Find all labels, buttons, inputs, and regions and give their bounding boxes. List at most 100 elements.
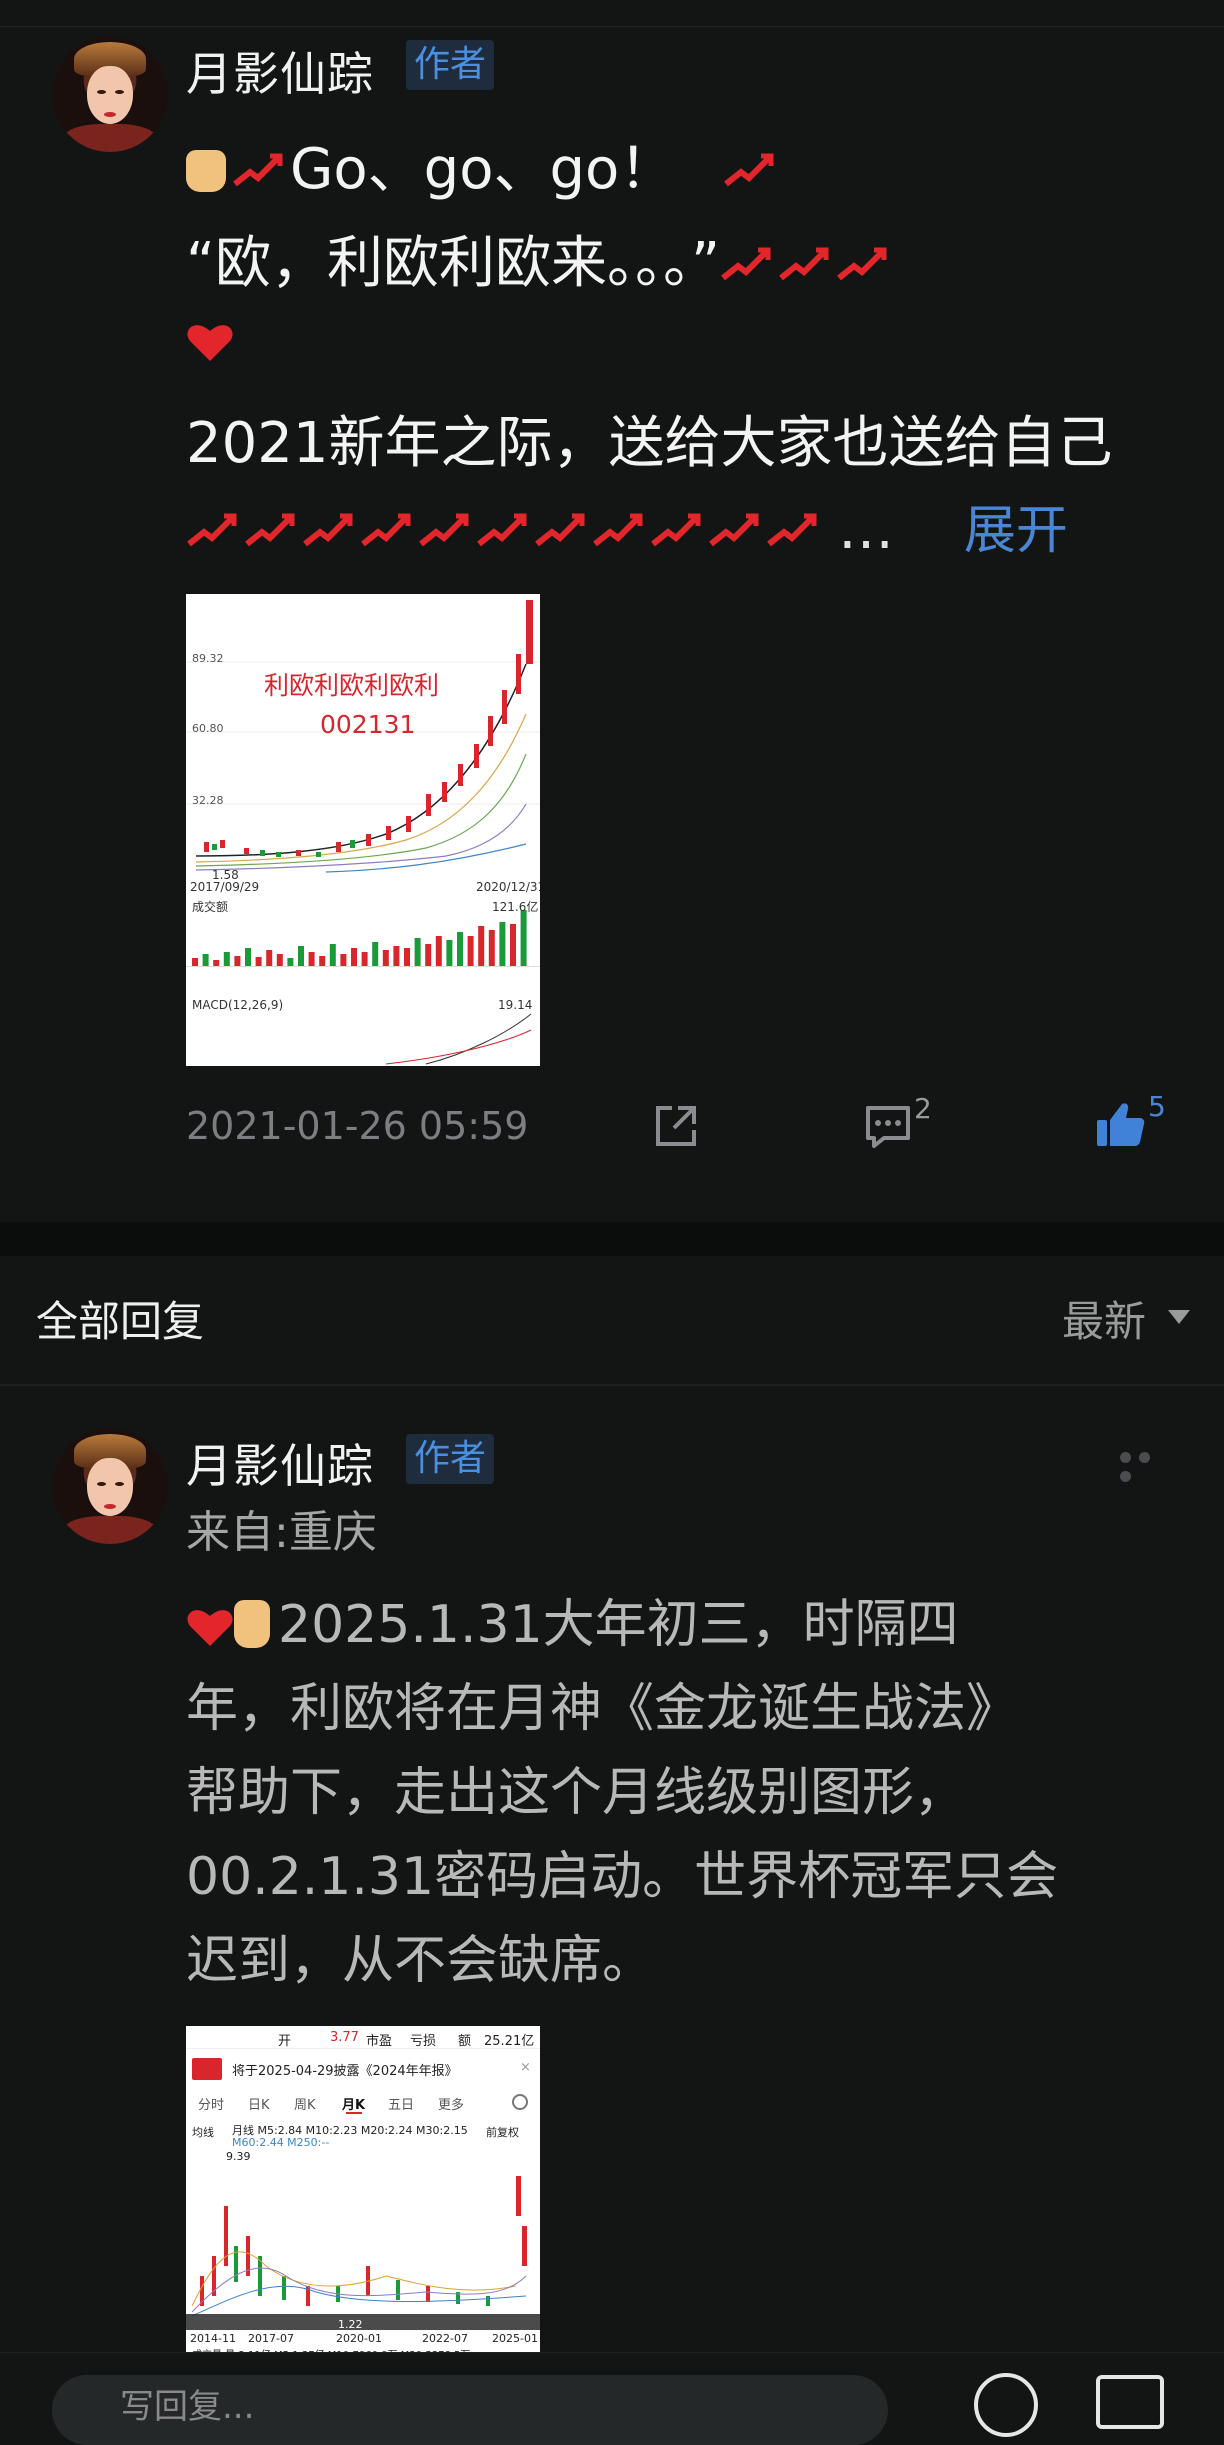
chart-increasing-icon	[779, 247, 829, 281]
reply-username[interactable]: 月影仙踪	[186, 1430, 374, 1496]
chart-increasing-icon	[361, 513, 411, 547]
like-count: 5	[1148, 1090, 1166, 1123]
section-separator	[0, 1222, 1224, 1256]
volume-bar	[520, 910, 527, 966]
more-options-icon[interactable]	[1120, 1448, 1176, 1482]
amount-value: 25.21亿	[484, 2034, 535, 2049]
y-axis-label: 89.32	[192, 652, 224, 665]
volume-value: 121.6亿	[492, 900, 539, 914]
volume-bar	[287, 958, 294, 966]
open-label: 开	[278, 2034, 292, 2049]
chart-increasing-icon	[709, 513, 759, 547]
replies-header: 全部回复 最新	[0, 1256, 1224, 1386]
chart-increasing-icon	[245, 513, 295, 547]
chart-increasing-icon	[837, 247, 887, 281]
adjust-mode[interactable]: 前复权	[486, 2124, 519, 2140]
post-text-line-3	[186, 306, 234, 371]
image-icon[interactable]	[1096, 2375, 1164, 2429]
divider	[0, 1384, 1224, 1386]
reply-text-line-1: 2025.1.31大年初三，时隔四	[186, 1582, 959, 1657]
y-axis-label: 60.80	[192, 722, 224, 735]
volume-bar	[213, 960, 220, 966]
volume-bar	[404, 948, 410, 966]
comment-count: 2	[914, 1092, 932, 1125]
date-start: 2017/09/29	[190, 880, 260, 894]
all-replies-tab[interactable]: 全部回复	[36, 1288, 204, 1349]
volume-bar	[457, 932, 463, 966]
tab-weekly-k[interactable]: 周K	[294, 2094, 316, 2113]
volume-bar	[382, 950, 389, 966]
post-image-stock-chart[interactable]: 89.32 60.80 32.28 利欧利欧利欧利 002131 1.58 20…	[186, 594, 540, 1066]
reply-location: 来自:重庆	[186, 1507, 377, 1558]
volume-label: 成交额	[192, 900, 229, 914]
reply-text-line-2: 年，利欧将在月神《金龙诞生战法》	[186, 1679, 1019, 1739]
reply-line-1-text: 2025.1.31大年初三，时隔四	[278, 1595, 959, 1655]
volume-bar	[351, 948, 357, 966]
tab-five-day[interactable]: 五日	[388, 2094, 414, 2113]
post-text-line-2: “欧，利欧利欧来。。。”	[186, 218, 894, 299]
volume-bar	[499, 922, 506, 966]
post-text-line-5: … 展开	[186, 488, 1068, 563]
open-value: 3.77	[330, 2030, 359, 2045]
volume-bar	[425, 944, 432, 966]
avatar[interactable]	[52, 36, 168, 152]
date-label: 2020-01	[336, 2332, 382, 2345]
tab-intraday[interactable]: 分时	[198, 2094, 224, 2113]
tab-daily-k[interactable]: 日K	[248, 2094, 270, 2113]
close-icon[interactable]: ×	[520, 2060, 531, 2075]
chart-increasing-icon	[651, 513, 701, 547]
volume-bar	[276, 954, 283, 966]
red-heart-icon	[187, 325, 233, 361]
volume-bar	[414, 938, 421, 966]
tab-more[interactable]: 更多	[438, 2094, 464, 2113]
chart-increasing-icon	[721, 247, 771, 281]
chart-increasing-icon	[187, 513, 237, 547]
reply-image-stock-app[interactable]: 开 3.77 市盈 亏损 额 25.21亿 将于2025-04-29披露《202…	[186, 2026, 540, 2356]
monthly-k-chart-graphic	[186, 2176, 540, 2330]
ma-selector[interactable]: 均线	[192, 2124, 214, 2140]
ma-values-2: M60:2.44 M250:--	[232, 2136, 330, 2149]
post-line-2-text: “欧，利欧利欧来。。。”	[186, 231, 721, 296]
volume-bar	[446, 940, 453, 966]
share-icon[interactable]	[650, 1100, 702, 1152]
comment-icon[interactable]	[862, 1100, 914, 1152]
volume-bar	[223, 952, 230, 966]
volume-bar	[393, 946, 400, 966]
volume-bar	[340, 954, 347, 966]
post-text-line-4: 2021新年之际，送给大家也送给自己	[186, 411, 1113, 476]
chart-increasing-icon	[233, 153, 283, 187]
reply-input-placeholder: 写回复...	[120, 2387, 255, 2427]
trend-icon-row	[186, 497, 824, 562]
chart-increasing-icon	[593, 513, 643, 547]
reply-text-line-4: 00.2.1.31密码启动。世界杯冠军只会	[186, 1847, 1059, 1907]
thumbs-up-icon[interactable]	[1094, 1098, 1146, 1150]
chart-increasing-icon	[724, 153, 774, 187]
expand-link[interactable]: 展开	[964, 501, 1068, 561]
post-username[interactable]: 月影仙踪	[186, 38, 374, 104]
date-label: 2014-11	[190, 2332, 236, 2345]
emoji-icon[interactable]	[974, 2373, 1038, 2437]
reply-text-line-3: 帮助下，走出这个月线级别图形，	[186, 1763, 967, 1823]
post-timestamp: 2021-01-26 05:59	[186, 1104, 529, 1148]
volume-bar	[255, 957, 262, 966]
settings-icon[interactable]	[512, 2094, 528, 2110]
date-end: 2020/12/31	[476, 880, 540, 894]
volume-bar	[245, 948, 251, 966]
divider	[0, 26, 1224, 27]
post-text-line-1: Go、go、go！	[186, 124, 781, 205]
reply-avatar[interactable]	[52, 1428, 168, 1544]
reply-input-bar: 写回复...	[0, 2352, 1224, 2445]
chart-increasing-icon	[477, 513, 527, 547]
chevron-down-icon[interactable]	[1168, 1310, 1190, 1324]
fist-emoji-icon	[186, 150, 226, 192]
chart-increasing-icon	[535, 513, 585, 547]
volume-bar	[202, 954, 209, 966]
low-value: 1.22	[338, 2318, 363, 2331]
ellipsis: …	[838, 497, 894, 562]
post-line-1-text: Go、go、go！	[290, 137, 676, 202]
chart-increasing-icon	[767, 513, 817, 547]
sort-latest-dropdown[interactable]: 最新	[1062, 1288, 1146, 1349]
victory-hand-icon	[234, 1600, 270, 1648]
tab-monthly-k[interactable]: 月K	[342, 2094, 365, 2113]
chart-increasing-icon	[419, 513, 469, 547]
